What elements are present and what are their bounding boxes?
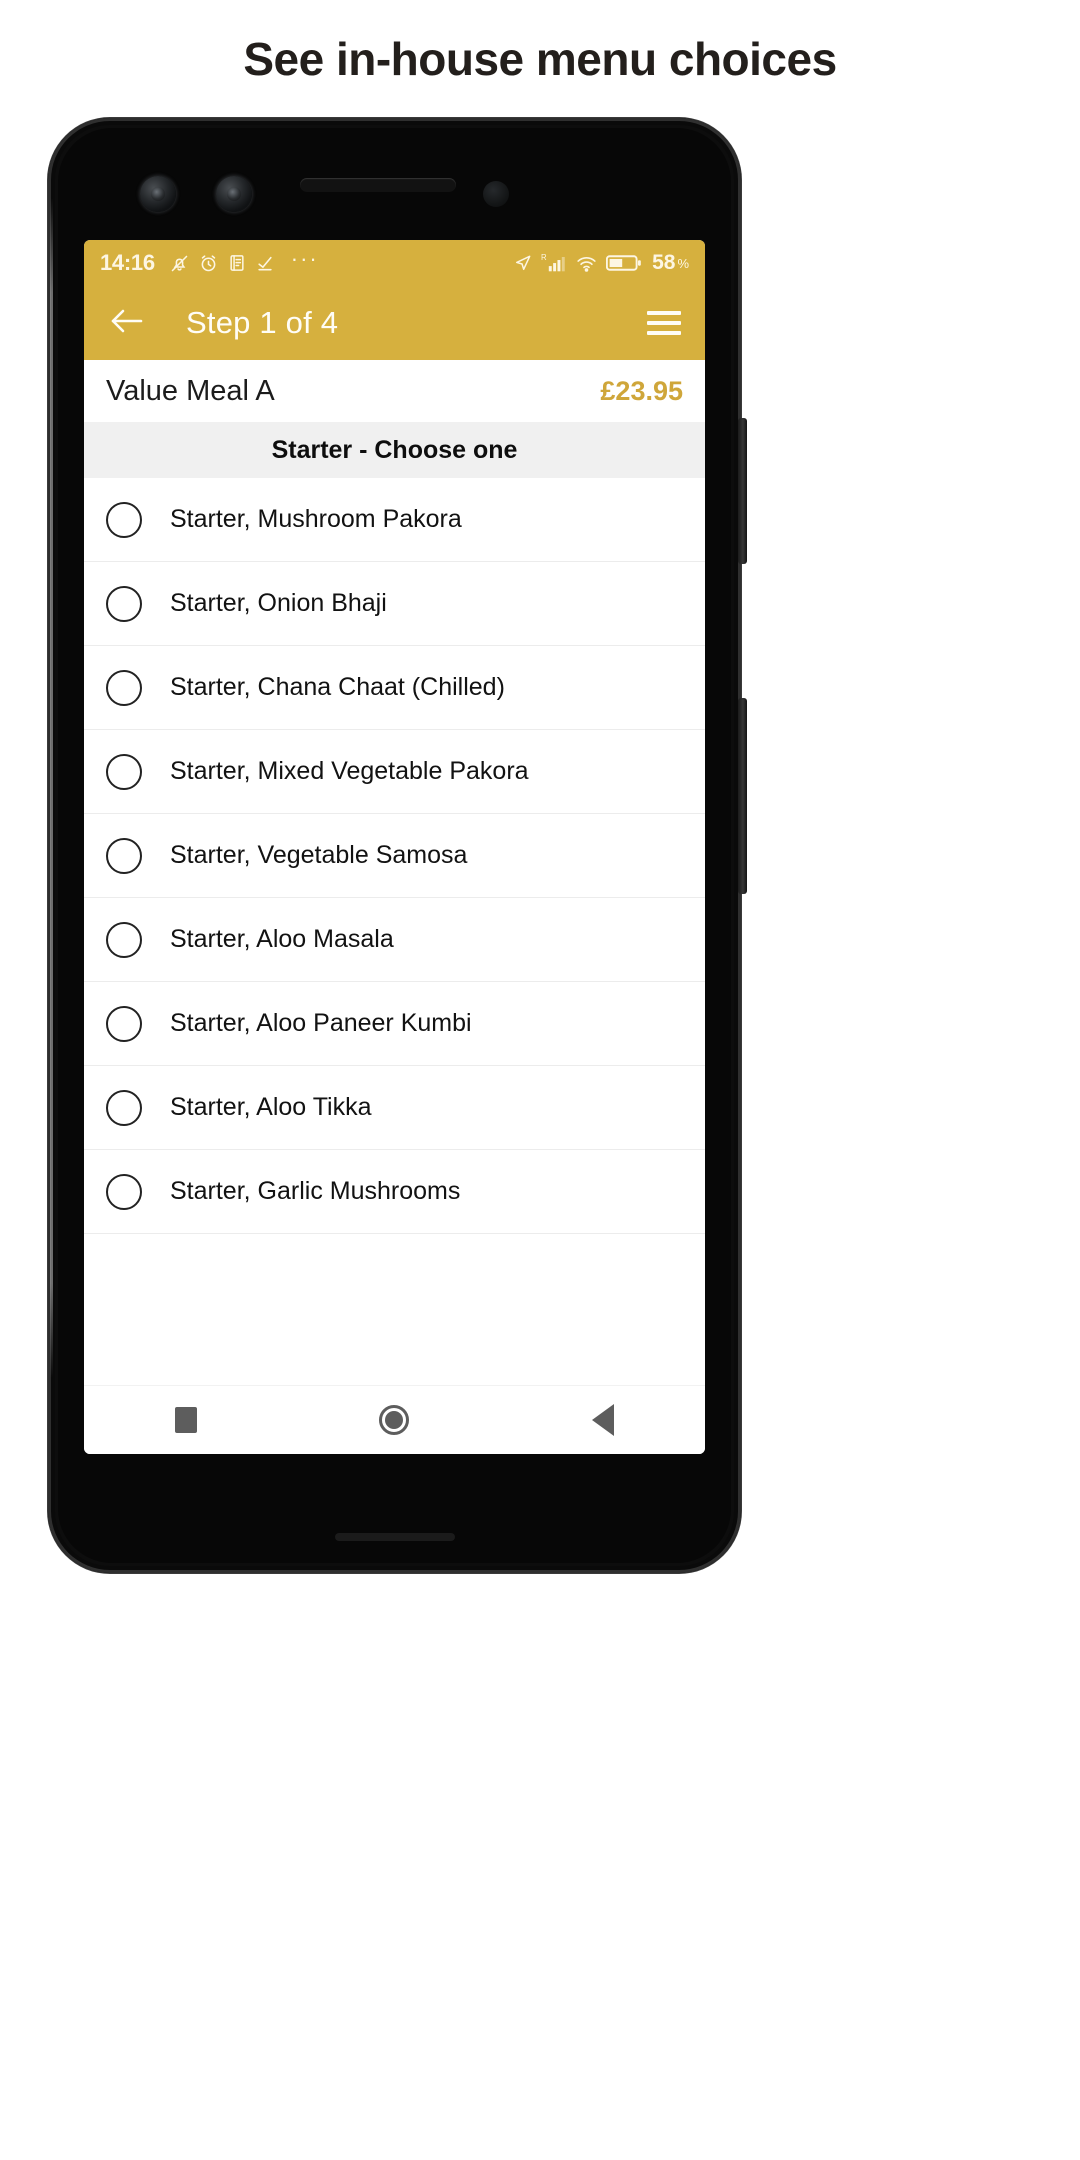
option-row[interactable]: Starter, Mixed Vegetable Pakora	[84, 730, 705, 814]
front-camera-secondary-icon	[216, 176, 252, 212]
status-bar: 14:16 ··· R 58 %	[84, 240, 705, 286]
battery-icon	[606, 253, 642, 273]
radio-button-icon[interactable]	[106, 921, 142, 958]
radio-button-icon[interactable]	[106, 501, 142, 538]
wifi-icon	[575, 253, 598, 274]
menu-line	[647, 311, 681, 315]
bell-off-icon	[169, 253, 190, 274]
option-label: Starter, Mushroom Pakora	[170, 505, 462, 533]
status-time: 14:16	[100, 250, 155, 275]
menu-line	[647, 321, 681, 325]
proximity-sensor-icon	[483, 181, 509, 207]
option-row[interactable]: Starter, Vegetable Samosa	[84, 814, 705, 898]
radio-button-icon[interactable]	[106, 837, 142, 874]
phone-bezel: 14:16 ··· R 58 % Step 1 of 4 Value Meal …	[58, 128, 731, 1563]
bottom-speaker-grille	[334, 1533, 455, 1541]
option-label: Starter, Chana Chaat (Chilled)	[170, 673, 505, 701]
home-circle-icon[interactable]	[379, 1405, 410, 1435]
option-label: Starter, Aloo Paneer Kumbi	[170, 1009, 472, 1037]
option-row[interactable]: Starter, Onion Bhaji	[84, 562, 705, 646]
roaming-signal-icon: R	[541, 253, 567, 274]
option-label: Starter, Aloo Tikka	[170, 1093, 372, 1121]
menu-line	[647, 331, 681, 335]
phone-screen: 14:16 ··· R 58 % Step 1 of 4 Value Meal …	[84, 240, 705, 1454]
power-button[interactable]	[738, 418, 747, 564]
battery-percent-symbol: %	[677, 255, 689, 271]
menu-icon[interactable]	[647, 311, 681, 335]
option-label: Starter, Garlic Mushrooms	[170, 1177, 461, 1205]
meal-name: Value Meal A	[106, 374, 275, 407]
volume-button[interactable]	[738, 698, 747, 894]
option-label: Starter, Onion Bhaji	[170, 589, 387, 617]
option-row[interactable]: Starter, Aloo Tikka	[84, 1066, 705, 1150]
check-download-icon	[255, 253, 275, 273]
more-dots-icon: ···	[290, 246, 319, 271]
radio-button-icon[interactable]	[106, 1089, 142, 1126]
radio-button-icon[interactable]	[106, 753, 142, 790]
front-camera-icon	[140, 176, 176, 212]
section-header: Starter - Choose one	[84, 422, 705, 478]
options-list[interactable]: Starter, Mushroom Pakora Starter, Onion B…	[84, 478, 705, 1385]
radio-button-icon[interactable]	[106, 585, 142, 622]
phone-mockup: 14:16 ··· R 58 % Step 1 of 4 Value Meal …	[48, 118, 747, 1573]
radio-button-icon[interactable]	[106, 1173, 142, 1210]
radio-button-icon[interactable]	[106, 669, 142, 706]
recents-square-icon[interactable]	[175, 1407, 198, 1433]
option-label: Starter, Vegetable Samosa	[170, 841, 468, 869]
app-bar: Step 1 of 4	[84, 286, 705, 360]
location-arrow-icon	[513, 253, 533, 273]
document-icon	[227, 253, 247, 273]
battery-percent: 58	[652, 251, 676, 274]
option-row[interactable]: Starter, Aloo Paneer Kumbi	[84, 982, 705, 1066]
back-arrow-icon[interactable]	[108, 306, 146, 341]
alarm-icon	[198, 253, 219, 274]
android-nav-bar	[84, 1385, 705, 1454]
option-row[interactable]: Starter, Garlic Mushrooms	[84, 1150, 705, 1234]
back-triangle-icon[interactable]	[591, 1404, 614, 1436]
status-bar-right: R 58 %	[509, 251, 689, 275]
radio-button-icon[interactable]	[106, 1005, 142, 1042]
option-label: Starter, Mixed Vegetable Pakora	[170, 757, 529, 785]
svg-text:R: R	[541, 253, 547, 262]
option-row[interactable]: Starter, Mushroom Pakora	[84, 478, 705, 562]
app-bar-title: Step 1 of 4	[186, 305, 339, 340]
meal-price: £23.95	[600, 375, 683, 406]
status-bar-left: 14:16 ···	[100, 246, 319, 276]
meal-summary-row: Value Meal A £23.95	[84, 360, 705, 422]
earpiece-speaker	[300, 178, 456, 192]
option-row[interactable]: Starter, Chana Chaat (Chilled)	[84, 646, 705, 730]
option-label: Starter, Aloo Masala	[170, 925, 394, 953]
page-title: See in-house menu choices	[243, 33, 837, 85]
option-row[interactable]: Starter, Aloo Masala	[84, 898, 705, 982]
